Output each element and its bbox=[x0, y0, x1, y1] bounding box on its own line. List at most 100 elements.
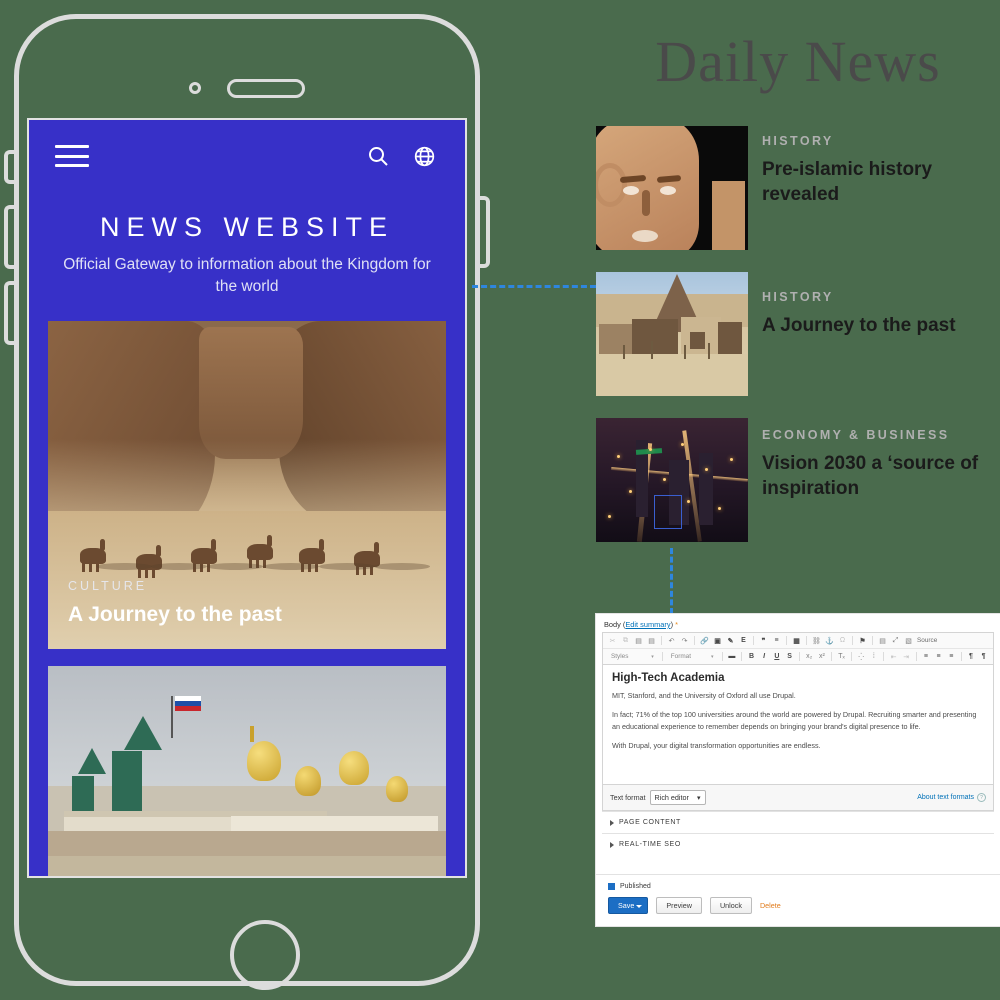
power-button[interactable] bbox=[478, 196, 490, 268]
hero-caption: CULTURE A Journey to the past bbox=[48, 579, 446, 649]
section-real-time-seo[interactable]: REAL-TIME SEO bbox=[602, 833, 994, 855]
italic-icon[interactable]: I bbox=[759, 651, 770, 662]
copy-icon[interactable]: ⧉ bbox=[620, 635, 631, 646]
text-format-select[interactable]: Rich editor ▾ bbox=[649, 790, 706, 805]
save-button[interactable]: Save bbox=[608, 897, 649, 914]
ltr-icon[interactable]: ¶ bbox=[978, 651, 989, 662]
blockquote-icon[interactable]: ❞ bbox=[758, 635, 769, 646]
drupal-node-editor: Body (Edit summary) * ✂ ⧉ ▤ ▤ ↶ ↷ 🔗 ▣ ✎ … bbox=[596, 614, 1000, 926]
horizontal-rule-icon[interactable]: ≡ bbox=[771, 635, 782, 646]
hero-category: CULTURE bbox=[68, 578, 148, 593]
numbered-list-icon[interactable]: ⁞ bbox=[869, 651, 880, 662]
rtl-icon[interactable]: ¶ bbox=[966, 651, 977, 662]
media-icon[interactable]: ✎ bbox=[725, 635, 736, 646]
delete-link[interactable]: Delete bbox=[760, 901, 781, 910]
paste-icon[interactable]: ▤ bbox=[633, 635, 644, 646]
silent-switch[interactable] bbox=[4, 150, 16, 184]
news-thumbnail[interactable] bbox=[596, 418, 748, 542]
remove-format-icon[interactable]: Tₓ bbox=[836, 651, 847, 662]
text-format-label: Text format bbox=[610, 793, 646, 802]
help-icon[interactable]: ? bbox=[977, 793, 986, 802]
special-char-icon[interactable]: Ω bbox=[837, 635, 848, 646]
checkbox-icon[interactable] bbox=[608, 883, 615, 890]
underline-icon[interactable]: U bbox=[772, 651, 783, 662]
maximize-icon[interactable]: ⤢ bbox=[890, 635, 901, 646]
volume-up-button[interactable] bbox=[4, 205, 16, 269]
source-label[interactable]: Source bbox=[917, 637, 937, 644]
action-buttons: Save Preview Unlock Delete bbox=[608, 897, 988, 914]
toolbar-row-1: ✂ ⧉ ▤ ▤ ↶ ↷ 🔗 ▣ ✎ E ❞ ≡ ▦ ⛓ ⚓ Ω ⚑ ▤ ⤢ ▧ … bbox=[603, 633, 993, 649]
body-textarea[interactable]: High-Tech Academia MIT, Stanford, and th… bbox=[602, 665, 994, 785]
section-page-content[interactable]: PAGE CONTENT bbox=[602, 811, 994, 833]
align-center-icon[interactable]: ≡ bbox=[933, 651, 944, 662]
entity-embed-icon[interactable]: E bbox=[738, 635, 749, 646]
superscript-icon[interactable]: x² bbox=[817, 651, 828, 662]
ckeditor-toolbar: ✂ ⧉ ▤ ▤ ↶ ↷ 🔗 ▣ ✎ E ❞ ≡ ▦ ⛓ ⚓ Ω ⚑ ▤ ⤢ ▧ … bbox=[602, 632, 994, 665]
link-icon[interactable]: 🔗 bbox=[699, 635, 710, 646]
hamburger-icon[interactable] bbox=[55, 145, 89, 167]
section-label: PAGE CONTENT bbox=[619, 819, 681, 826]
screenshot-canvas: NEWS WEBSITE Official Gateway to informa… bbox=[0, 0, 1000, 1000]
second-card-image bbox=[48, 665, 446, 876]
editor-footer: Published Save Preview Unlock Delete bbox=[596, 874, 1000, 926]
unlock-button[interactable]: Unlock bbox=[709, 897, 752, 914]
body-field-label: Body (Edit summary) * bbox=[604, 620, 678, 629]
body-heading: High-Tech Academia bbox=[612, 672, 725, 684]
body-paragraph: In fact; 71% of the top 100 universities… bbox=[612, 709, 977, 731]
subscript-icon[interactable]: x₂ bbox=[804, 651, 815, 662]
list-item[interactable]: ECONOMY & BUSINESS Vision 2030 a ‘source… bbox=[596, 418, 1000, 542]
table-icon[interactable]: ▦ bbox=[791, 635, 802, 646]
globe-icon[interactable] bbox=[409, 141, 439, 171]
source-icon[interactable]: ▧ bbox=[903, 635, 914, 646]
styles-dropdown[interactable]: Styles ▾ bbox=[607, 651, 658, 663]
image-icon[interactable]: ▣ bbox=[712, 635, 723, 646]
strikethrough-icon[interactable]: S bbox=[784, 651, 795, 662]
indent-icon[interactable]: ⇥ bbox=[901, 651, 912, 662]
news-category: HISTORY bbox=[762, 290, 834, 304]
published-checkbox-row[interactable]: Published bbox=[608, 883, 988, 890]
section-label: REAL-TIME SEO bbox=[619, 841, 681, 848]
hero-card[interactable]: CULTURE A Journey to the past bbox=[48, 320, 446, 649]
news-headline[interactable]: Pre-islamic history revealed bbox=[762, 157, 1000, 207]
preview-button[interactable]: Preview bbox=[656, 897, 702, 914]
list-item[interactable]: HISTORY A Journey to the past bbox=[596, 272, 1000, 396]
align-left-icon[interactable]: ≡ bbox=[921, 651, 932, 662]
bold-icon[interactable]: B bbox=[746, 651, 757, 662]
body-label-text: Body bbox=[604, 620, 621, 629]
news-thumbnail[interactable] bbox=[596, 272, 748, 396]
styles-label: Styles bbox=[611, 653, 629, 660]
unlink-icon[interactable]: ⛓ bbox=[811, 635, 822, 646]
triangle-right-icon bbox=[610, 819, 614, 826]
cut-icon[interactable]: ✂ bbox=[607, 635, 618, 646]
paste-text-icon[interactable]: ▤ bbox=[646, 635, 657, 646]
text-color-icon[interactable]: ▬ bbox=[726, 651, 737, 662]
connector-news-to-editor bbox=[670, 548, 673, 614]
flag-icon[interactable]: ⚑ bbox=[857, 635, 868, 646]
redo-icon[interactable]: ↷ bbox=[679, 635, 690, 646]
news-category: HISTORY bbox=[762, 134, 834, 148]
toolbar-row-2: Styles ▾ Format ▾ ▬ B I U S x₂ x² Tₓ ⁛ ⁞… bbox=[603, 649, 993, 664]
list-item[interactable]: HISTORY Pre-islamic history revealed bbox=[596, 126, 1000, 250]
volume-down-button[interactable] bbox=[4, 281, 16, 345]
body-paragraph: MIT, Stanford, and the University of Oxf… bbox=[612, 691, 796, 700]
edit-summary-link[interactable]: Edit summary bbox=[625, 620, 670, 629]
undo-icon[interactable]: ↶ bbox=[666, 635, 677, 646]
hero-headline: A Journey to the past bbox=[68, 602, 282, 626]
anchor-icon[interactable]: ⚓ bbox=[824, 635, 835, 646]
outdent-icon[interactable]: ⇤ bbox=[888, 651, 899, 662]
news-headline[interactable]: A Journey to the past bbox=[762, 313, 956, 338]
align-right-icon[interactable]: ≡ bbox=[946, 651, 957, 662]
home-button[interactable] bbox=[230, 920, 300, 990]
news-category: ECONOMY & BUSINESS bbox=[762, 428, 950, 442]
templates-icon[interactable]: ▤ bbox=[877, 635, 888, 646]
format-dropdown[interactable]: Format ▾ bbox=[667, 651, 718, 663]
second-card[interactable] bbox=[48, 665, 446, 876]
news-thumbnail[interactable] bbox=[596, 126, 748, 250]
news-headline[interactable]: Vision 2030 a ‘source of inspiration bbox=[762, 451, 1000, 501]
news-list: HISTORY Pre-islamic history revealed HIS… bbox=[596, 126, 1000, 564]
about-text-formats-link[interactable]: About text formats ? bbox=[917, 793, 986, 802]
search-icon[interactable] bbox=[363, 141, 393, 171]
about-text-formats-label: About text formats bbox=[917, 794, 974, 801]
chevron-down-icon: ▾ bbox=[710, 653, 714, 660]
bulleted-list-icon[interactable]: ⁛ bbox=[856, 651, 867, 662]
